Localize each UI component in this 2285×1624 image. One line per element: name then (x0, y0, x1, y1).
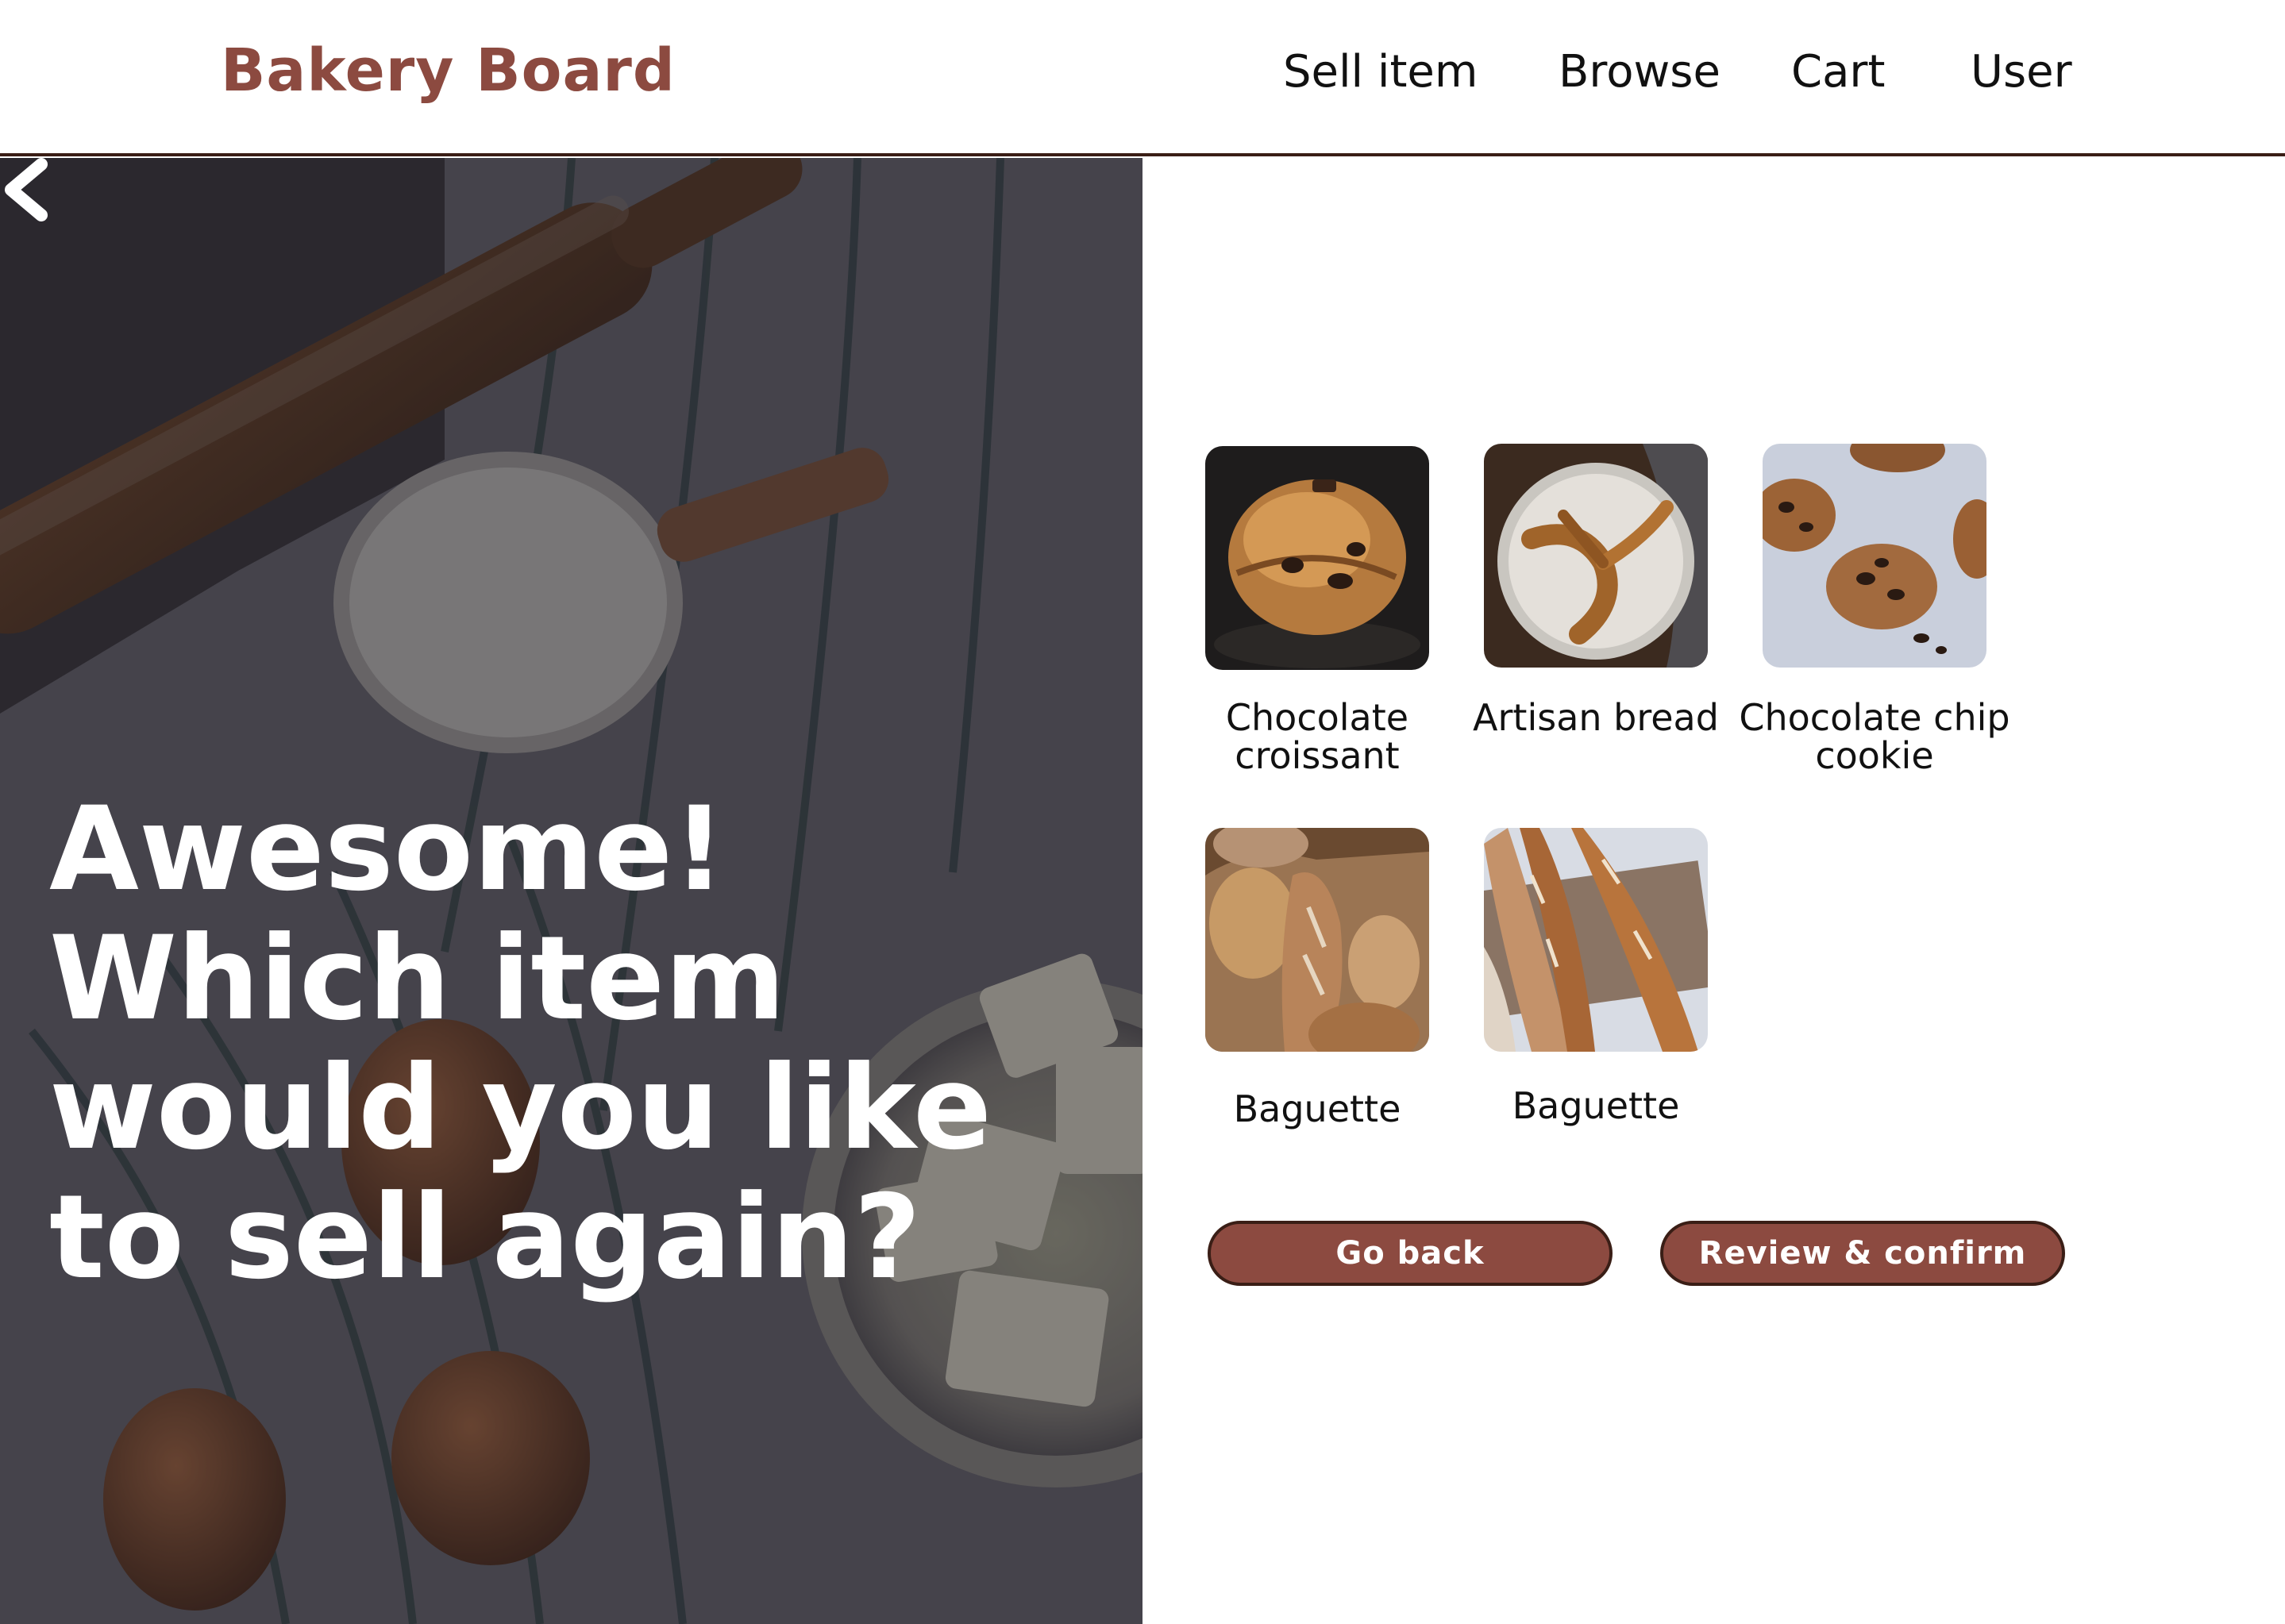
item-card-chocolate-croissant[interactable]: Chocolate croissant (1205, 446, 1429, 775)
item-label: Chocolate chip cookie (1739, 696, 2010, 777)
item-label: Baguette (1233, 1087, 1401, 1130)
item-label: Artisan bread (1473, 696, 1719, 739)
nav-browse[interactable]: Browse (1559, 46, 1720, 98)
top-navigation-bar: Bakery Board Sell item Browse Cart User (0, 0, 2285, 156)
nav-user[interactable]: User (1971, 46, 2072, 98)
chocolate-chip-cookie-image (1763, 444, 1986, 668)
item-card-chocolate-chip-cookie[interactable]: Chocolate chip cookie (1739, 444, 2010, 775)
artisan-bread-image (1484, 444, 1708, 668)
hero-heading: Awesome! Which item would you like to se… (49, 782, 992, 1305)
baguette-board-image (1484, 828, 1708, 1052)
go-back-button[interactable]: Go back (1208, 1221, 1613, 1286)
item-label: Baguette (1512, 1084, 1680, 1127)
hero-panel: Awesome! Which item would you like to se… (0, 158, 1142, 1624)
review-confirm-button[interactable]: Review & confirm (1660, 1221, 2065, 1286)
brand-logo[interactable]: Bakery Board (221, 37, 676, 105)
item-card-artisan-bread[interactable]: Artisan bread (1473, 444, 1719, 737)
chevron-left-icon[interactable] (0, 158, 56, 221)
baguette-bag-image (1205, 828, 1429, 1052)
item-card-baguette-2[interactable]: Baguette (1484, 828, 1708, 1125)
item-card-baguette-1[interactable]: Baguette (1205, 828, 1429, 1128)
nav-cart[interactable]: Cart (1791, 46, 1885, 98)
chocolate-croissant-image (1205, 446, 1429, 670)
nav-sell-item[interactable]: Sell item (1283, 46, 1478, 98)
item-label: Chocolate croissant (1225, 696, 1409, 777)
